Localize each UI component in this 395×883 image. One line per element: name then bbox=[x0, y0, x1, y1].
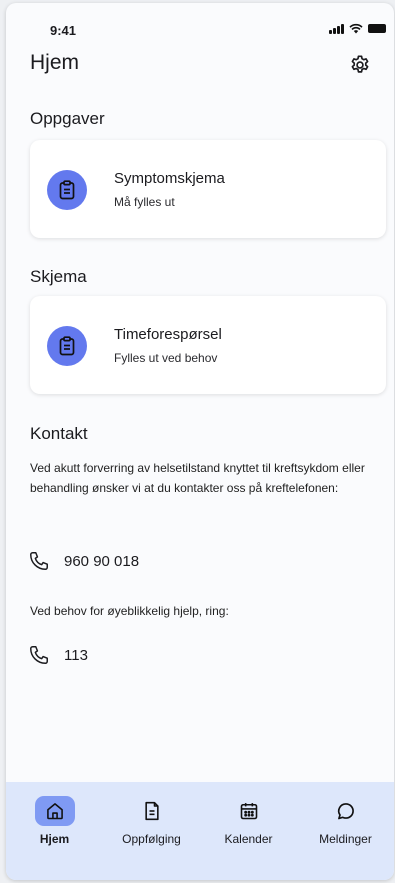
status-time: 9:41 bbox=[50, 23, 77, 38]
chat-icon bbox=[337, 803, 354, 820]
nav-item-home[interactable]: Hjem bbox=[15, 796, 95, 880]
nav-label: Meldinger bbox=[319, 832, 372, 846]
status-bar: 9:41 bbox=[6, 3, 394, 47]
card-icon-circle bbox=[47, 326, 87, 366]
nav-icon-wrap bbox=[132, 796, 172, 826]
battery-icon bbox=[368, 24, 386, 33]
form-card-appointment-request[interactable]: Timeforespørsel Fylles ut ved behov bbox=[30, 296, 386, 394]
home-icon bbox=[46, 803, 63, 820]
phone-screen: 9:41 Hjem Oppgaver Symptomskjema Må fyll… bbox=[6, 3, 394, 880]
clipboard-icon bbox=[59, 180, 75, 200]
nav-item-calendar[interactable]: Kalender bbox=[209, 796, 289, 880]
wifi-icon bbox=[349, 23, 363, 34]
contact-info-text: Ved akutt forverring av helsetilstand kn… bbox=[30, 461, 365, 495]
clipboard-icon bbox=[59, 336, 75, 356]
forms-section-title: Skjema bbox=[30, 267, 87, 286]
phone-icon bbox=[30, 646, 48, 664]
phone-link-emergency[interactable]: 113 bbox=[28, 644, 88, 666]
nav-icon-wrap bbox=[34, 796, 75, 826]
task-card-symptom-form[interactable]: Symptomskjema Må fylles ut bbox=[30, 140, 386, 238]
nav-label: Kalender bbox=[224, 832, 273, 846]
card-title: Symptomskjema bbox=[114, 170, 225, 187]
card-subtitle: Fylles ut ved behov bbox=[114, 351, 218, 365]
phone-number: 960 90 018 bbox=[64, 552, 140, 570]
nav-label: Oppfølging bbox=[122, 832, 181, 846]
phone-number: 113 bbox=[64, 646, 88, 664]
tasks-section-title: Oppgaver bbox=[30, 109, 105, 128]
bottom-navigation: Hjem Oppfølging Kalender Meldinger bbox=[6, 782, 394, 880]
card-icon-circle bbox=[47, 170, 87, 210]
signal-icon bbox=[329, 23, 344, 34]
calendar-icon bbox=[240, 803, 257, 820]
status-icons bbox=[329, 23, 386, 34]
card-subtitle: Må fylles ut bbox=[114, 195, 175, 209]
page-title: Hjem bbox=[30, 51, 80, 74]
gear-icon bbox=[351, 55, 369, 73]
nav-label: Hjem bbox=[39, 832, 70, 846]
phone-icon bbox=[30, 552, 48, 570]
document-icon bbox=[144, 801, 159, 821]
contact-section-title: Kontakt bbox=[30, 424, 88, 443]
nav-icon-wrap bbox=[229, 796, 269, 826]
nav-item-follow-up[interactable]: Oppfølging bbox=[112, 796, 192, 880]
emergency-info-text: Ved behov for øyeblikkelig hjelp, ring: bbox=[30, 604, 229, 618]
settings-button[interactable] bbox=[348, 53, 372, 77]
nav-icon-wrap bbox=[326, 796, 366, 826]
nav-item-messages[interactable]: Meldinger bbox=[306, 796, 386, 880]
phone-link-cancer-line[interactable]: 960 90 018 bbox=[28, 550, 139, 572]
card-title: Timeforespørsel bbox=[114, 326, 222, 343]
